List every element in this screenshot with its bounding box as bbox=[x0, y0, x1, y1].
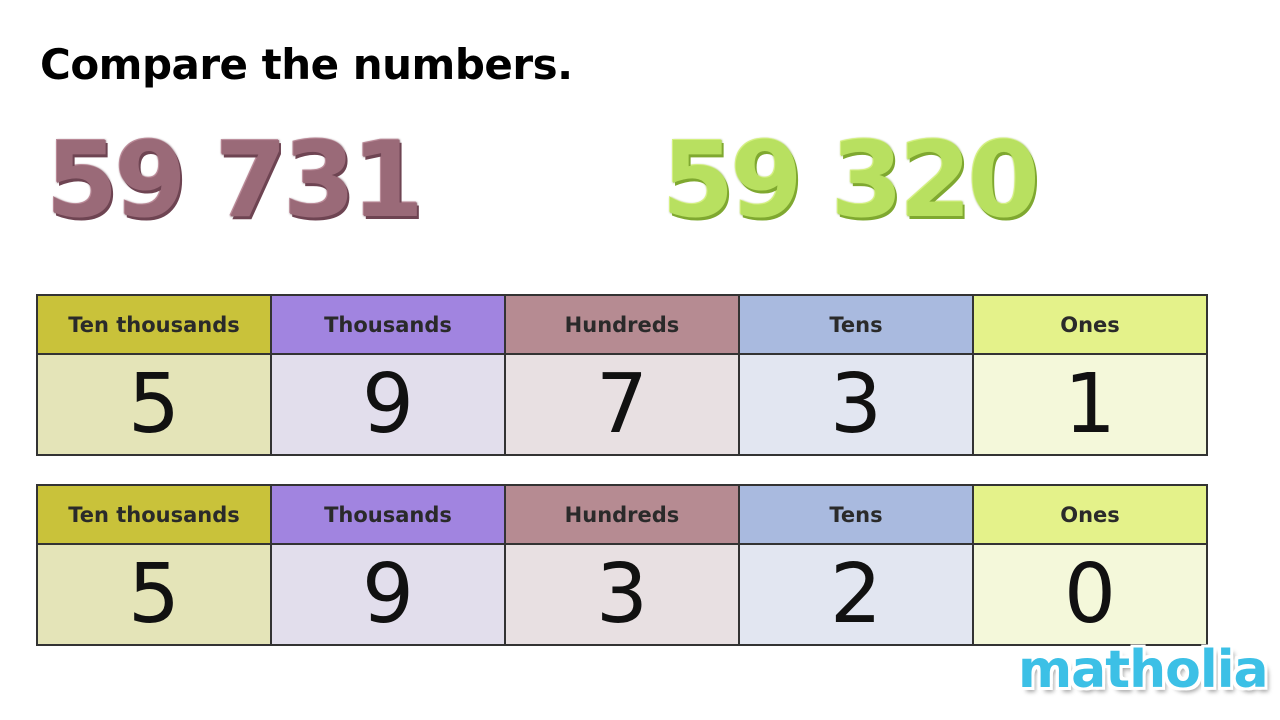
digit-row: 5 9 3 2 0 bbox=[36, 543, 1208, 646]
header-hundreds: Hundreds bbox=[504, 484, 740, 545]
header-tens: Tens bbox=[738, 294, 974, 355]
header-row: Ten thousands Thousands Hundreds Tens On… bbox=[36, 484, 1208, 545]
place-value-table-first: Ten thousands Thousands Hundreds Tens On… bbox=[36, 294, 1208, 456]
second-number: 59 320 bbox=[662, 119, 1040, 241]
header-ones: Ones bbox=[972, 294, 1208, 355]
header-tens: Tens bbox=[738, 484, 974, 545]
digit-tens: 3 bbox=[738, 353, 974, 456]
header-hundreds: Hundreds bbox=[504, 294, 740, 355]
header-ones: Ones bbox=[972, 484, 1208, 545]
header-ten-thousands: Ten thousands bbox=[36, 294, 272, 355]
digit-tens: 2 bbox=[738, 543, 974, 646]
digit-ten-thousands: 5 bbox=[36, 353, 272, 456]
header-row: Ten thousands Thousands Hundreds Tens On… bbox=[36, 294, 1208, 355]
digit-thousands: 9 bbox=[270, 353, 506, 456]
first-number: 59 731 bbox=[46, 119, 424, 241]
header-ten-thousands: Ten thousands bbox=[36, 484, 272, 545]
header-thousands: Thousands bbox=[270, 484, 506, 545]
header-thousands: Thousands bbox=[270, 294, 506, 355]
digit-hundreds: 7 bbox=[504, 353, 740, 456]
place-value-table-second: Ten thousands Thousands Hundreds Tens On… bbox=[36, 484, 1208, 646]
digit-ten-thousands: 5 bbox=[36, 543, 272, 646]
matholia-logo: matholia bbox=[1018, 640, 1269, 700]
digit-hundreds: 3 bbox=[504, 543, 740, 646]
digit-ones: 0 bbox=[972, 543, 1208, 646]
page-title: Compare the numbers. bbox=[40, 40, 573, 89]
digit-row: 5 9 7 3 1 bbox=[36, 353, 1208, 456]
digit-thousands: 9 bbox=[270, 543, 506, 646]
digit-ones: 1 bbox=[972, 353, 1208, 456]
